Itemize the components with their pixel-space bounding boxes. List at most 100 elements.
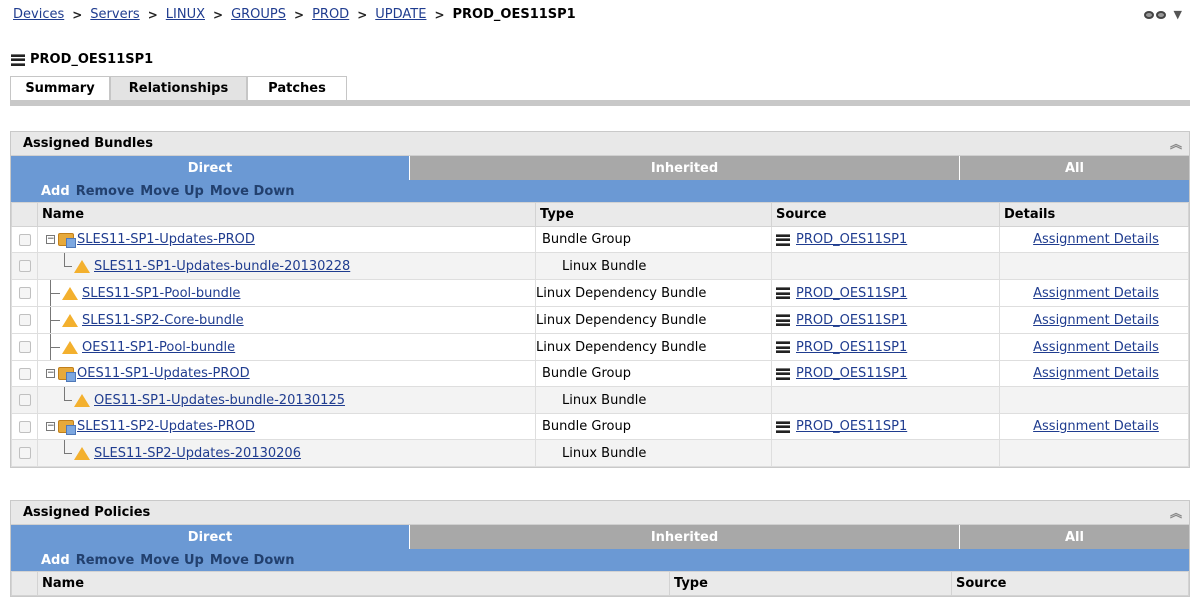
details-cell: [999, 252, 1189, 280]
column-header-type[interactable]: Type: [535, 202, 772, 227]
view-options[interactable]: ▼: [1143, 8, 1182, 21]
collapse-icon[interactable]: ︽: [1169, 504, 1183, 521]
glasses-icon[interactable]: [1143, 10, 1170, 20]
bundle-group-icon: [58, 233, 76, 248]
row-checkbox[interactable]: [18, 420, 31, 433]
remove-button[interactable]: Remove: [76, 553, 135, 568]
name-cell: SLES11-SP2-Updates-20130206: [37, 439, 536, 467]
source-link[interactable]: PROD_OES11SP1: [796, 366, 907, 381]
bundle-name-link[interactable]: SLES11-SP1-Updates-bundle-20130228: [94, 259, 350, 274]
bundle-name-link[interactable]: SLES11-SP2-Core-bundle: [82, 313, 244, 328]
bundles-table: Name Type Source Details − SLES11-SP1-Upd…: [11, 202, 1189, 467]
type-cell: Bundle Group: [535, 226, 772, 253]
breadcrumb-separator: >: [434, 7, 445, 22]
bundle-name-link[interactable]: SLES11-SP2-Updates-20130206: [94, 446, 301, 461]
name-cell: − SLES11-SP1-Updates-PROD: [37, 226, 536, 253]
row-checkbox-cell: [11, 279, 38, 307]
table-row[interactable]: SLES11-SP1-Pool-bundle Linux Dependency B…: [11, 279, 1189, 307]
table-row[interactable]: − OES11-SP1-Updates-PROD Bundle Group PROD_…: [11, 360, 1189, 387]
column-header-source[interactable]: Source: [771, 202, 1000, 227]
row-checkbox[interactable]: [18, 447, 31, 459]
row-checkbox-cell: [11, 413, 38, 440]
breadcrumb-groups[interactable]: GROUPS: [231, 7, 286, 22]
row-checkbox[interactable]: [18, 260, 31, 272]
move-down-button[interactable]: Move Down: [210, 184, 295, 199]
tab-patches[interactable]: Patches: [247, 76, 347, 100]
add-button[interactable]: Add: [41, 553, 70, 568]
tab-summary[interactable]: Summary: [10, 76, 110, 100]
subtab-all[interactable]: All: [959, 525, 1189, 549]
column-header-source[interactable]: Source: [951, 571, 1189, 596]
row-checkbox[interactable]: [18, 367, 31, 380]
table-row[interactable]: − SLES11-SP1-Updates-PROD Bundle Group PROD…: [11, 226, 1189, 253]
panel-title: Assigned Policies: [23, 505, 151, 520]
server-icon: [11, 53, 25, 66]
source-link[interactable]: PROD_OES11SP1: [796, 286, 907, 301]
assignment-details-link[interactable]: Assignment Details: [1033, 340, 1159, 355]
move-up-button[interactable]: Move Up: [140, 553, 204, 568]
assignment-details-link[interactable]: Assignment Details: [1033, 313, 1159, 328]
table-row[interactable]: OES11-SP1-Pool-bundle Linux Dependency Bu…: [11, 333, 1189, 361]
column-header-name[interactable]: Name: [37, 202, 536, 227]
collapse-icon[interactable]: ︽: [1169, 135, 1183, 152]
row-checkbox-cell: [11, 386, 38, 414]
bundle-name-link[interactable]: OES11-SP1-Updates-bundle-20130125: [94, 393, 345, 408]
row-checkbox-cell: [11, 360, 38, 387]
row-checkbox[interactable]: [18, 314, 31, 326]
bundle-name-link[interactable]: SLES11-SP1-Updates-PROD: [77, 232, 255, 247]
subtab-direct[interactable]: Direct: [11, 156, 409, 180]
server-icon: [776, 367, 790, 380]
source-cell: PROD_OES11SP1: [771, 306, 1000, 334]
breadcrumb-prod[interactable]: PROD: [312, 7, 349, 22]
assignment-details-link[interactable]: Assignment Details: [1033, 419, 1159, 434]
column-header-type[interactable]: Type: [669, 571, 952, 596]
source-link[interactable]: PROD_OES11SP1: [796, 232, 907, 247]
column-header-name[interactable]: Name: [37, 571, 670, 596]
expand-collapse-icon[interactable]: −: [46, 369, 55, 378]
table-row[interactable]: SLES11-SP2-Updates-20130206 Linux Bundle: [11, 439, 1189, 467]
source-link[interactable]: PROD_OES11SP1: [796, 313, 907, 328]
table-row[interactable]: OES11-SP1-Updates-bundle-20130125 Linux B…: [11, 386, 1189, 414]
subtab-direct[interactable]: Direct: [11, 525, 409, 549]
type-cell: Linux Bundle: [535, 252, 772, 280]
breadcrumb-servers[interactable]: Servers: [90, 7, 139, 22]
add-button[interactable]: Add: [41, 184, 70, 199]
bundle-name-link[interactable]: SLES11-SP1-Pool-bundle: [82, 286, 240, 301]
name-cell: SLES11-SP1-Updates-bundle-20130228: [37, 252, 536, 280]
subtab-inherited[interactable]: Inherited: [409, 156, 959, 180]
source-link[interactable]: PROD_OES11SP1: [796, 419, 907, 434]
subtab-inherited[interactable]: Inherited: [409, 525, 959, 549]
table-row[interactable]: SLES11-SP1-Updates-bundle-20130228 Linux …: [11, 252, 1189, 280]
row-checkbox[interactable]: [18, 341, 31, 353]
breadcrumb-devices[interactable]: Devices: [13, 7, 64, 22]
assignment-details-link[interactable]: Assignment Details: [1033, 366, 1159, 381]
expand-collapse-icon[interactable]: −: [46, 422, 55, 431]
table-row[interactable]: SLES11-SP2-Core-bundle Linux Dependency B…: [11, 306, 1189, 334]
row-checkbox[interactable]: [18, 394, 31, 406]
tree-connector: [46, 334, 60, 360]
source-cell: PROD_OES11SP1: [771, 333, 1000, 361]
type-cell: Linux Bundle: [535, 439, 772, 467]
bundle-name-link[interactable]: SLES11-SP2-Updates-PROD: [77, 419, 255, 434]
row-checkbox[interactable]: [18, 287, 31, 299]
move-down-button[interactable]: Move Down: [210, 553, 295, 568]
breadcrumb-update[interactable]: UPDATE: [375, 7, 426, 22]
assignment-details-link[interactable]: Assignment Details: [1033, 232, 1159, 247]
chevron-down-icon[interactable]: ▼: [1174, 8, 1182, 21]
row-checkbox[interactable]: [18, 233, 31, 246]
source-link[interactable]: PROD_OES11SP1: [796, 340, 907, 355]
expand-collapse-icon[interactable]: −: [46, 235, 55, 244]
column-header-details[interactable]: Details: [999, 202, 1189, 227]
bundle-name-link[interactable]: OES11-SP1-Pool-bundle: [82, 340, 235, 355]
assignment-details-link[interactable]: Assignment Details: [1033, 286, 1159, 301]
subtab-all[interactable]: All: [959, 156, 1189, 180]
bundle-name-link[interactable]: OES11-SP1-Updates-PROD: [77, 366, 250, 381]
breadcrumb-linux[interactable]: LINUX: [166, 7, 205, 22]
source-cell: PROD_OES11SP1: [771, 360, 1000, 387]
table-row[interactable]: − SLES11-SP2-Updates-PROD Bundle Group PROD…: [11, 413, 1189, 440]
linux-bundle-icon: [74, 446, 90, 460]
remove-button[interactable]: Remove: [76, 184, 135, 199]
source-cell: [771, 439, 1000, 467]
tab-relationships[interactable]: Relationships: [110, 76, 247, 100]
move-up-button[interactable]: Move Up: [140, 184, 204, 199]
